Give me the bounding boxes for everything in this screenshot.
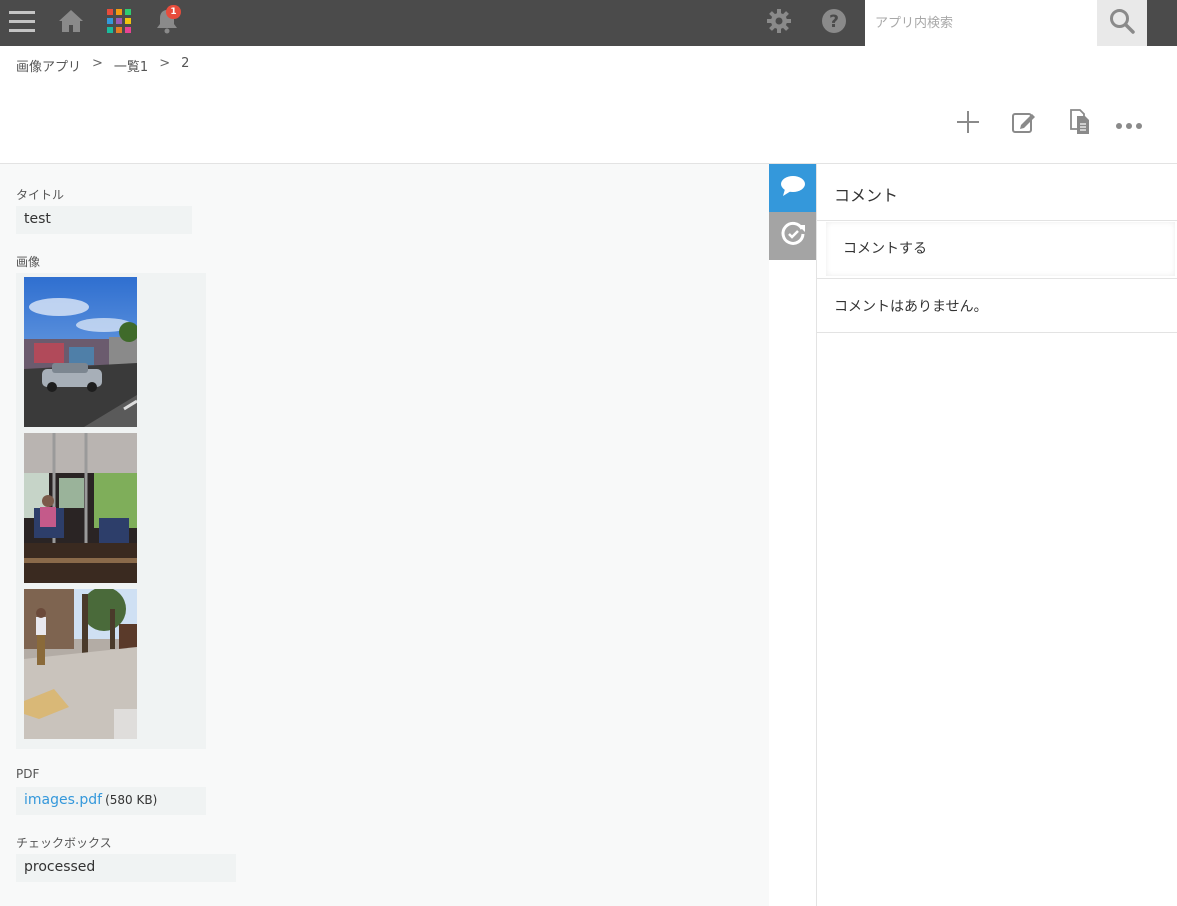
- duplicate-icon: [1068, 109, 1092, 139]
- search-input[interactable]: [865, 0, 1097, 46]
- image-thumbnail[interactable]: [24, 589, 137, 739]
- checkbox-field-value: processed: [16, 854, 236, 882]
- apps-grid-icon: [107, 9, 131, 37]
- title-field-label: タイトル: [16, 188, 65, 202]
- record-detail: タイトル test 画像 PDF images.pdf (580 KB) チェッ…: [0, 164, 769, 906]
- home-button[interactable]: [50, 0, 92, 46]
- comment-input[interactable]: [826, 222, 1175, 276]
- pdf-field-label: PDF: [16, 767, 40, 781]
- add-icon: [956, 110, 980, 138]
- comment-panel-title: コメント: [834, 186, 899, 205]
- pdf-file-size: (580 KB): [105, 793, 158, 807]
- help-button[interactable]: ?: [813, 0, 855, 46]
- top-bar: 1 ?: [0, 0, 1177, 46]
- breadcrumb: 画像アプリ > 一覧1 > 2: [16, 56, 189, 75]
- settings-button[interactable]: [758, 0, 800, 46]
- breadcrumb-app[interactable]: 画像アプリ: [16, 56, 81, 75]
- breadcrumb-record: 2: [181, 56, 190, 71]
- menu-button[interactable]: [0, 0, 44, 46]
- add-record-button[interactable]: [950, 104, 986, 144]
- image-thumbnail[interactable]: [24, 433, 137, 583]
- history-icon: [780, 221, 806, 251]
- breadcrumb-separator: >: [92, 56, 103, 71]
- comment-icon: [780, 175, 806, 201]
- search-icon: [1109, 8, 1135, 38]
- apps-button[interactable]: [98, 0, 140, 46]
- comment-panel: コメント コメントはありません。: [816, 164, 1177, 906]
- breadcrumb-separator: >: [159, 56, 171, 71]
- no-comments-message: コメントはありません。: [817, 279, 1177, 333]
- image-field-label: 画像: [16, 255, 41, 269]
- edit-icon: [1011, 109, 1037, 139]
- history-tab[interactable]: [769, 212, 817, 260]
- comments-tab[interactable]: [769, 164, 817, 212]
- pdf-field-value: images.pdf (580 KB): [16, 787, 206, 815]
- more-options-button[interactable]: [1111, 104, 1147, 144]
- more-icon: [1116, 115, 1142, 134]
- checkbox-field-label: チェックボックス: [16, 836, 112, 850]
- comment-input-area: [817, 220, 1177, 279]
- breadcrumb-view[interactable]: 一覧1: [114, 56, 148, 75]
- image-field-value: [16, 273, 206, 749]
- help-icon: ?: [821, 8, 847, 38]
- title-field-value: test: [16, 206, 192, 234]
- search-box: [865, 0, 1147, 46]
- menu-icon: [9, 9, 35, 37]
- gear-icon: [766, 8, 792, 38]
- home-icon: [58, 9, 84, 37]
- image-thumbnail[interactable]: [24, 277, 137, 427]
- edit-record-button[interactable]: [1006, 104, 1042, 144]
- pdf-file-link[interactable]: images.pdf: [24, 792, 102, 808]
- duplicate-record-button[interactable]: [1062, 104, 1098, 144]
- notification-badge: 1: [166, 5, 181, 19]
- search-button[interactable]: [1097, 0, 1147, 46]
- svg-text:?: ?: [829, 12, 839, 32]
